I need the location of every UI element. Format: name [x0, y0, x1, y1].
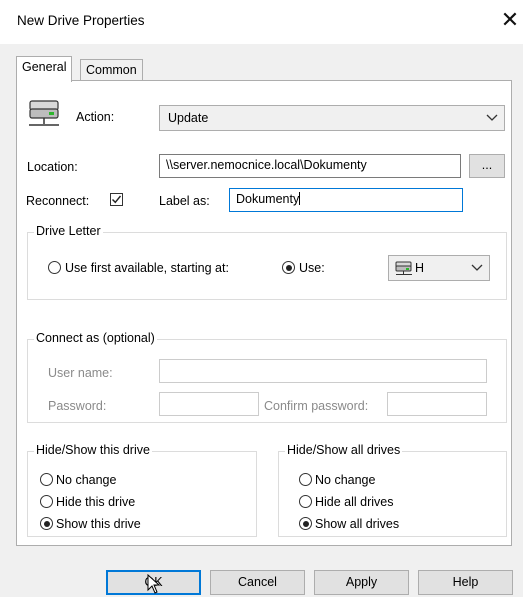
- drive-letter-value: H: [415, 261, 425, 275]
- network-drive-icon: [29, 100, 59, 126]
- all-no-change-label: No change: [315, 473, 376, 487]
- location-input[interactable]: \\server.nemocnice.local\Dokumenty: [159, 154, 461, 178]
- show-this-drive-radio[interactable]: [40, 517, 53, 530]
- connect-as-group: Connect as (optional) User name: Passwor…: [27, 331, 507, 423]
- label-as-value: Dokumenty: [236, 192, 300, 206]
- hide-show-drive-legend: Hide/Show this drive: [34, 443, 152, 457]
- reconnect-checkbox[interactable]: [110, 193, 123, 206]
- chevron-down-icon: [471, 264, 483, 271]
- user-name-label: User name:: [48, 366, 113, 380]
- tab-common[interactable]: Common: [80, 59, 143, 81]
- help-button[interactable]: Help: [418, 570, 513, 595]
- tab-general[interactable]: General: [16, 56, 73, 82]
- hide-show-all-legend: Hide/Show all drives: [285, 443, 403, 457]
- checkmark-icon: [112, 195, 122, 204]
- cancel-button[interactable]: Cancel: [210, 570, 305, 595]
- drive-letter-group: Drive Letter Use first available, starti…: [27, 224, 507, 300]
- window-title: New Drive Properties: [17, 13, 145, 28]
- show-this-drive-label: Show this drive: [56, 517, 141, 531]
- use-radio[interactable]: [282, 261, 295, 274]
- connect-as-legend: Connect as (optional): [34, 331, 157, 345]
- hide-show-drive-group: Hide/Show this drive No change Hide this…: [27, 443, 257, 537]
- password-input[interactable]: [159, 392, 259, 416]
- drive-no-change-radio[interactable]: [40, 473, 53, 486]
- action-dropdown[interactable]: Update: [159, 105, 505, 131]
- hide-all-drives-label: Hide all drives: [315, 495, 394, 509]
- action-label: Action:: [76, 110, 115, 124]
- show-all-drives-radio[interactable]: [299, 517, 312, 530]
- drive-letter-dropdown[interactable]: H: [388, 255, 490, 281]
- browse-button[interactable]: ...: [469, 154, 505, 178]
- hide-all-drives-radio[interactable]: [299, 495, 312, 508]
- hide-this-drive-label: Hide this drive: [56, 495, 136, 509]
- general-panel: Action: Update Location: \\server.nemocn…: [16, 80, 512, 546]
- label-as-label: Label as:: [159, 194, 210, 208]
- title-bar: New Drive Properties ✕: [0, 0, 523, 44]
- show-all-drives-label: Show all drives: [315, 517, 400, 531]
- apply-button[interactable]: Apply: [314, 570, 409, 595]
- confirm-password-input[interactable]: [387, 392, 487, 416]
- use-label: Use:: [299, 261, 325, 275]
- label-as-input[interactable]: Dokumenty: [229, 188, 463, 212]
- reconnect-label: Reconnect:: [26, 194, 90, 208]
- action-value: Update: [168, 111, 209, 125]
- hide-this-drive-radio[interactable]: [40, 495, 53, 508]
- close-icon[interactable]: ✕: [497, 6, 523, 36]
- use-first-available-radio[interactable]: [48, 261, 61, 274]
- drive-icon: [395, 261, 412, 275]
- drive-letter-legend: Drive Letter: [34, 224, 103, 238]
- mouse-pointer-icon: [147, 574, 161, 594]
- dialog-footer: OK Cancel Apply Help: [0, 560, 523, 597]
- hide-show-all-group: Hide/Show all drives No change Hide all …: [278, 443, 507, 537]
- location-label: Location:: [27, 160, 78, 174]
- drive-no-change-label: No change: [56, 473, 117, 487]
- all-no-change-radio[interactable]: [299, 473, 312, 486]
- text-caret: [299, 192, 301, 205]
- chevron-down-icon: [486, 114, 498, 121]
- user-name-input[interactable]: [159, 359, 487, 383]
- use-first-available-label: Use first available, starting at:: [65, 261, 229, 275]
- password-label: Password:: [48, 399, 107, 413]
- confirm-password-label: Confirm password:: [264, 399, 369, 413]
